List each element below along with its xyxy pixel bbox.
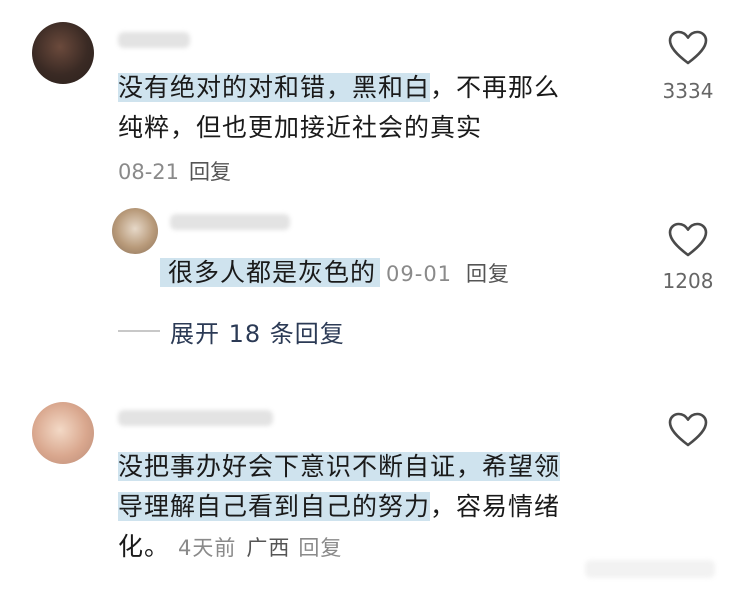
- heart-outline-icon[interactable]: [668, 222, 708, 258]
- like-count: 3334: [662, 79, 714, 103]
- avatar[interactable]: [32, 402, 94, 464]
- reply-button[interactable]: 回复: [189, 160, 231, 184]
- username-blurred[interactable]: [118, 410, 273, 426]
- comment-text: 没有绝对的对和错，黑和白，不再那么 纯粹，但也更加接近社会的真实: [118, 73, 561, 142]
- heart-outline-icon[interactable]: [668, 30, 708, 66]
- comment-location: 广西: [246, 536, 291, 560]
- like-count: 1208: [662, 269, 714, 293]
- watermark: [585, 560, 715, 582]
- avatar[interactable]: [112, 208, 158, 254]
- reply-button[interactable]: 回复: [466, 262, 510, 286]
- username-blurred[interactable]: [118, 32, 190, 48]
- reply-button[interactable]: 回复: [298, 536, 342, 560]
- comment-date: 08-21: [118, 160, 180, 184]
- expand-replies-button[interactable]: 展开 18 条回复: [170, 314, 345, 349]
- username-blurred[interactable]: [170, 214, 290, 230]
- reply-text: 很多人都是灰色的 09-01 回复: [160, 253, 510, 294]
- comment-meta: 08-21 回复: [118, 156, 231, 186]
- comment-date: 4天前: [178, 536, 237, 560]
- heart-outline-icon[interactable]: [668, 412, 708, 448]
- avatar[interactable]: [32, 22, 94, 84]
- comment-text: 没把事办好会下意识不断自证，希望领 导理解自己看到自己的努力，容易情绪 化。 4天…: [118, 452, 561, 561]
- divider: [118, 330, 160, 332]
- reply-date: 09-01: [386, 262, 453, 286]
